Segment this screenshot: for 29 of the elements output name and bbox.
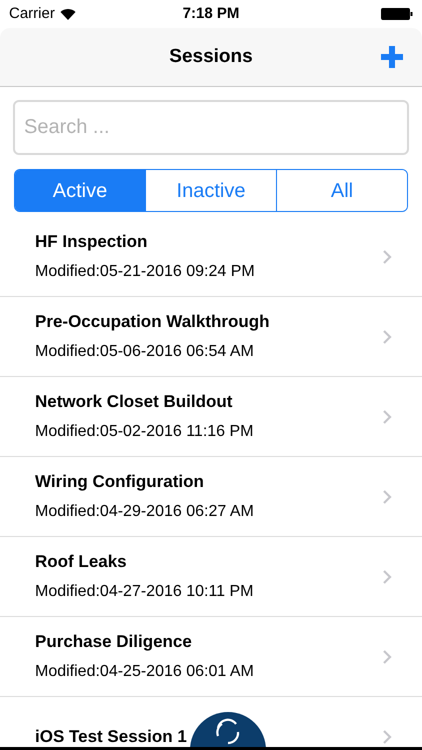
session-title[interactable]: HF Inspection <box>35 228 382 254</box>
chevron-icon <box>382 408 392 424</box>
clock-time: 7:18 PM <box>182 4 240 24</box>
chevron-icon <box>382 728 392 744</box>
nav-title: Sessions <box>169 44 253 69</box>
session-title[interactable]: iOS Test Session 1 <box>35 724 382 750</box>
search-field[interactable]: Search ... <box>13 100 409 155</box>
segment-tab[interactable]: Active <box>15 170 145 211</box>
carrier-label: Carrier <box>9 4 55 24</box>
chevron-icon <box>382 248 392 264</box>
session-title[interactable]: Pre-Occupation Walkthrough <box>35 308 382 334</box>
battery-icon <box>381 8 414 20</box>
session-title[interactable]: Roof Leaks <box>35 548 382 574</box>
session-modified: Modified:04-29-2016 06:27 AM <box>35 502 255 522</box>
chevron-icon <box>382 648 392 664</box>
chevron-icon <box>382 568 392 584</box>
session-modified: Modified:04-27-2016 10:11 PM <box>35 582 255 602</box>
session-modified: Modified:05-21-2016 09:24 PM <box>35 262 256 282</box>
session-modified: Modified:04-25-2016 06:01 AM <box>35 662 255 682</box>
chevron-icon <box>382 488 392 504</box>
session-title[interactable]: Purchase Diligence <box>35 628 382 654</box>
wifi-icon <box>60 8 76 20</box>
segment-tab[interactable]: All <box>276 170 407 211</box>
add-button[interactable] <box>380 45 404 69</box>
session-modified: Modified:05-02-2016 11:16 PM <box>35 422 255 442</box>
session-modified: Modified:05-06-2016 06:54 AM <box>35 342 255 362</box>
session-title[interactable]: Network Closet Buildout <box>35 388 382 414</box>
session-title[interactable]: Wiring Configuration <box>35 468 382 494</box>
chevron-icon <box>382 328 392 344</box>
